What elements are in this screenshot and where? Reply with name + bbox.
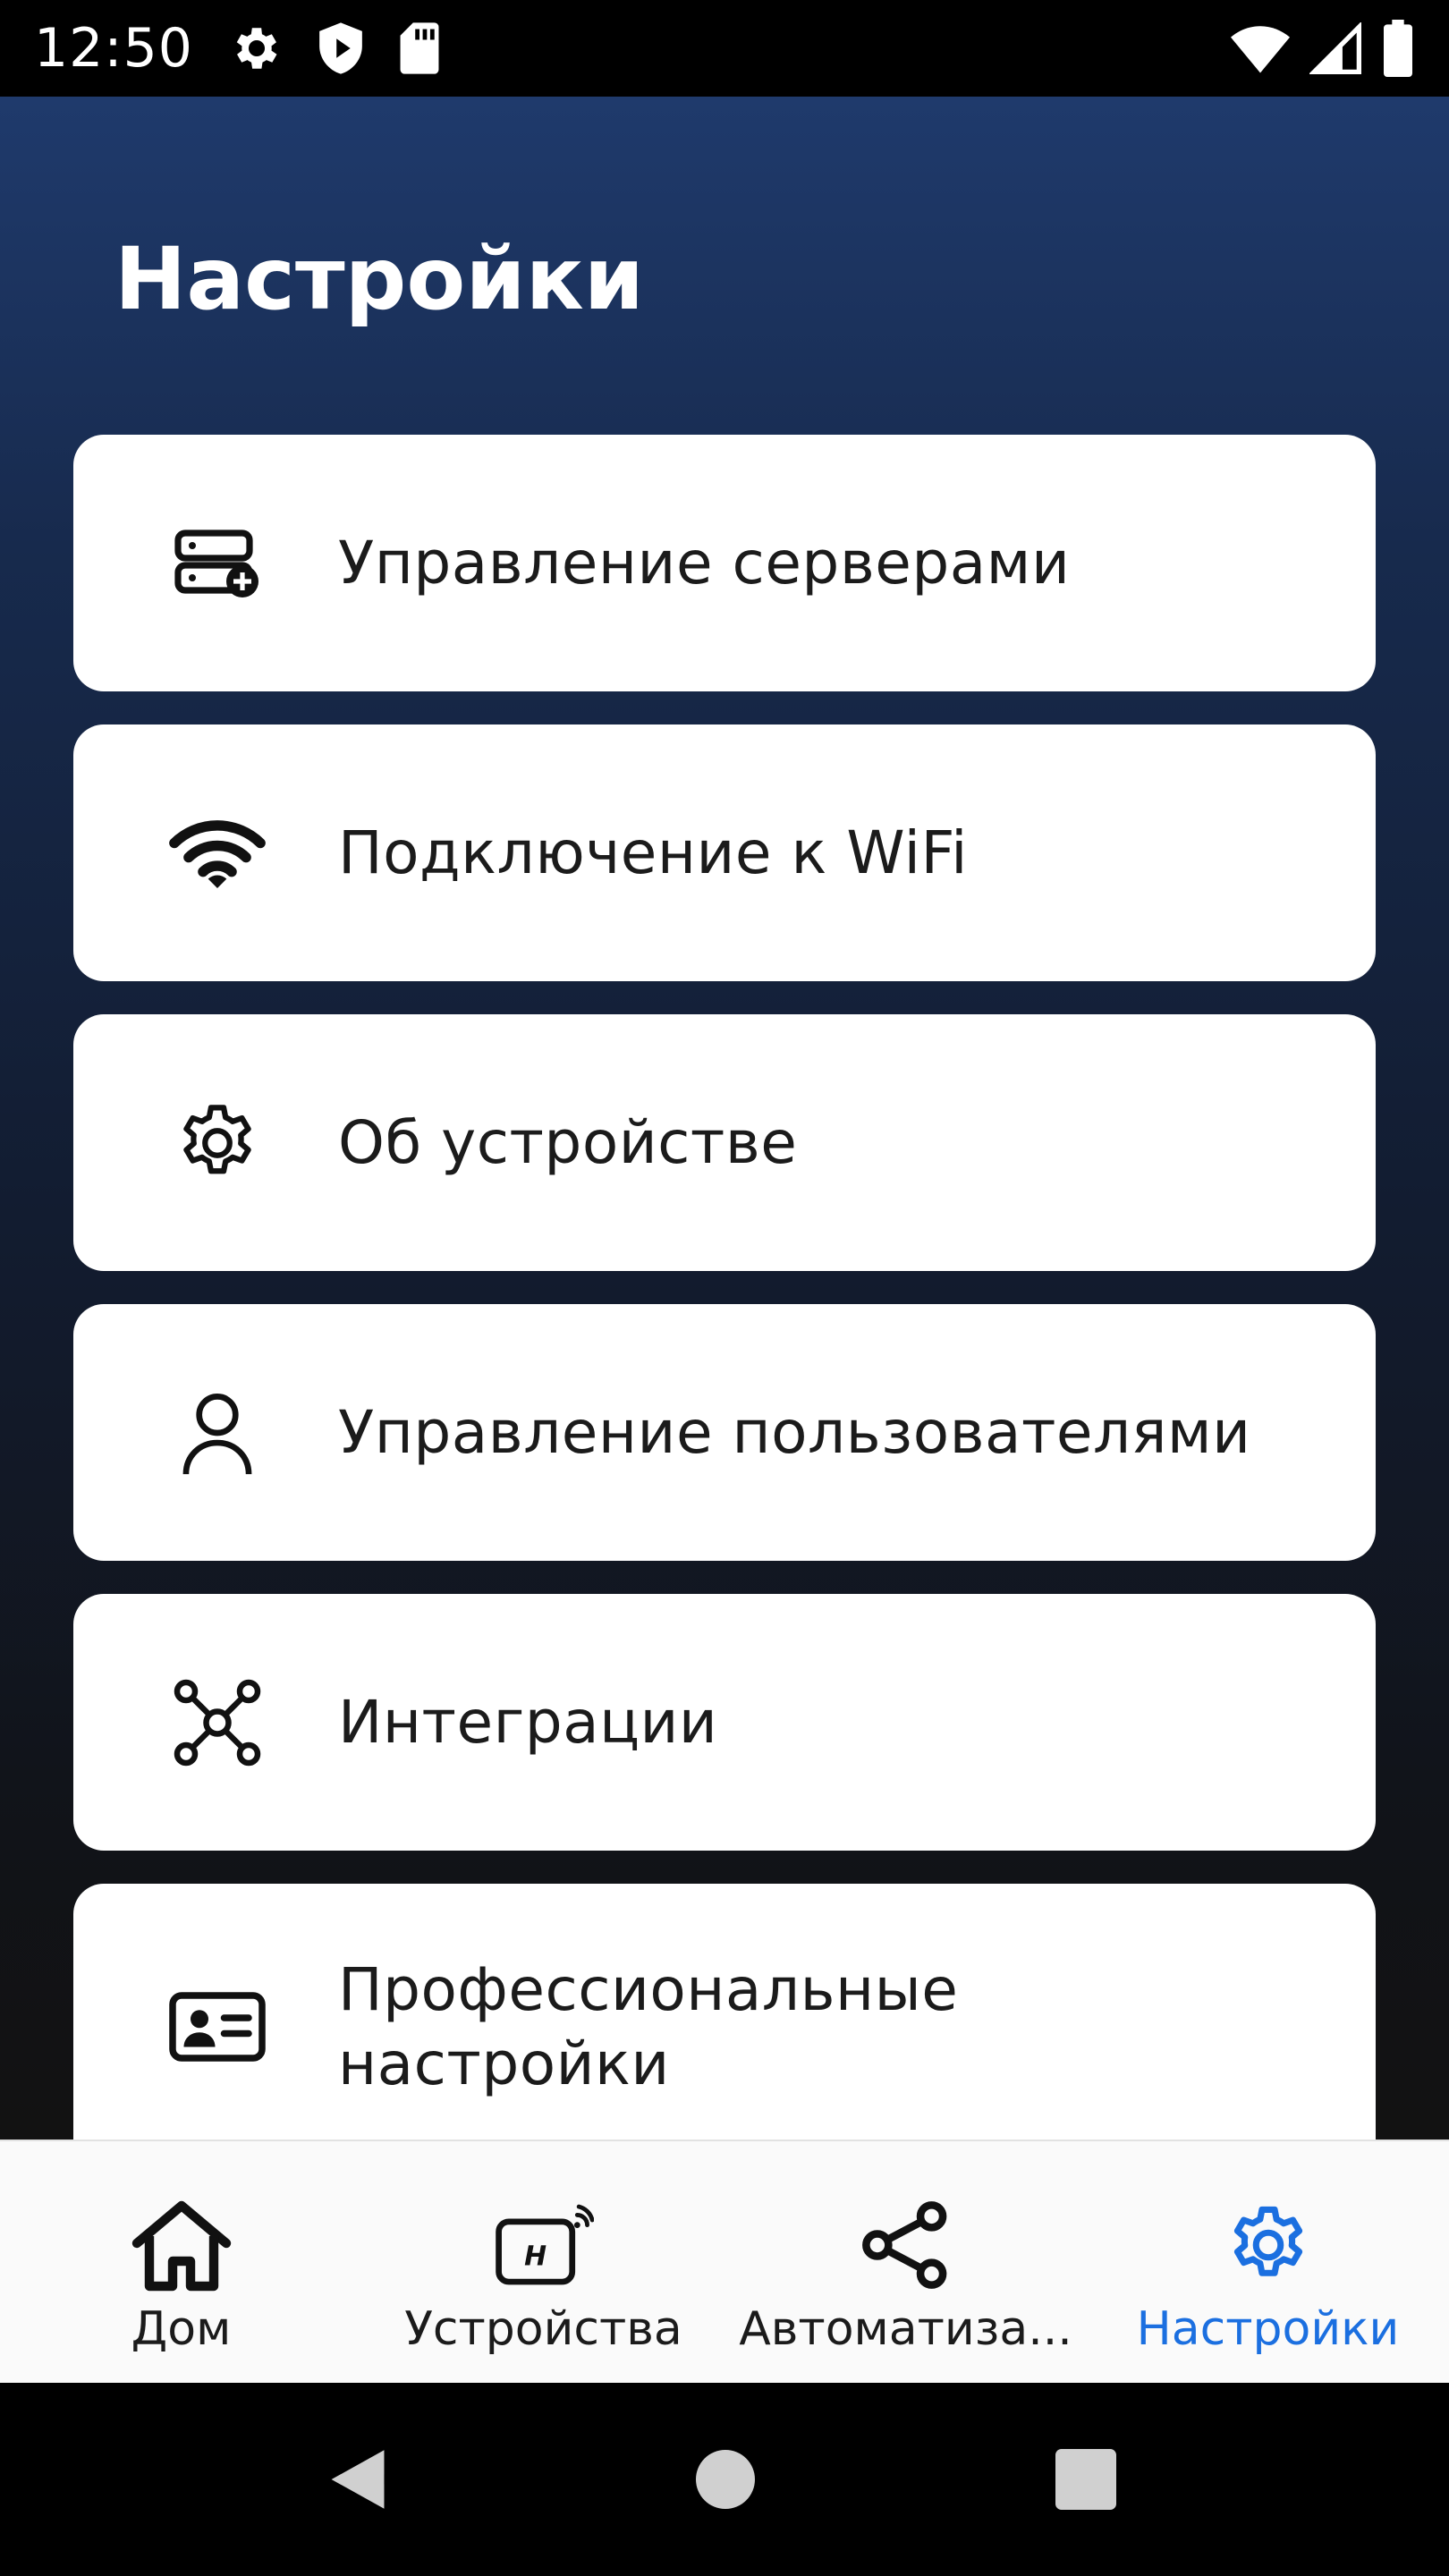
nav-label: Устройства [404, 2302, 682, 2356]
gear-icon [229, 21, 284, 76]
status-icons-right [1231, 20, 1415, 77]
menu-item-integrations[interactable]: Интеграции [73, 1594, 1376, 1851]
system-navigation-bar [0, 2383, 1449, 2576]
hub-network-icon [168, 1674, 267, 1772]
home-icon [130, 2193, 233, 2297]
menu-item-server-management[interactable]: Управление серверами [73, 435, 1376, 691]
status-time: 12:50 [34, 17, 193, 80]
nav-label: Настройки [1136, 2302, 1400, 2356]
svg-text:H: H [524, 2241, 547, 2272]
nav-tab-settings[interactable]: Настройки [1087, 2141, 1449, 2385]
status-icons-left [229, 21, 442, 76]
menu-item-professional-settings[interactable]: Профессиональные настройки [73, 1884, 1376, 2140]
nav-tab-automation[interactable]: Автоматиза... [724, 2141, 1087, 2385]
gear-icon [168, 1094, 267, 1192]
menu-item-wifi-connection[interactable]: Подключение к WiFi [73, 724, 1376, 981]
settings-menu: Управление серверами Подключение к WiFi [73, 435, 1376, 2140]
home-circle-icon[interactable] [694, 2383, 757, 2576]
gear-icon [1216, 2193, 1320, 2297]
bottom-navigation: Дом H Устройства Автоматиза... Настройки [0, 2140, 1449, 2383]
hub-device-icon: H [492, 2193, 596, 2297]
server-add-icon [168, 514, 267, 613]
cellular-signal-icon [1309, 22, 1361, 74]
user-icon [168, 1384, 267, 1482]
nav-tab-home[interactable]: Дом [0, 2141, 362, 2385]
menu-item-label: Управление серверами [338, 528, 1071, 597]
wifi-icon [168, 804, 267, 902]
nav-label: Дом [131, 2302, 232, 2356]
id-card-icon [168, 1978, 267, 2076]
menu-item-label: Интеграции [338, 1687, 718, 1757]
settings-content: Настройки Управление серверами Подключен… [0, 97, 1449, 2140]
sd-card-icon [397, 21, 442, 76]
nav-tab-devices[interactable]: H Устройства [362, 2141, 724, 2385]
wifi-icon [1231, 23, 1290, 73]
recents-square-icon[interactable] [1054, 2383, 1118, 2576]
battery-icon [1381, 20, 1415, 77]
menu-item-label: Профессиональные настройки [338, 1954, 959, 2098]
menu-item-label: Подключение к WiFi [338, 818, 968, 887]
menu-item-label: Об устройстве [338, 1107, 798, 1177]
back-icon[interactable] [322, 2383, 394, 2576]
page-title: Настройки [114, 229, 645, 329]
nav-label: Автоматиза... [739, 2302, 1072, 2356]
menu-item-label: Управление пользователями [338, 1397, 1251, 1467]
app-screen: 12:50 Настройки Управление серверами Под… [0, 0, 1449, 2576]
share-nodes-icon [854, 2193, 958, 2297]
menu-item-about-device[interactable]: Об устройстве [73, 1014, 1376, 1271]
shield-icon [315, 21, 367, 76]
menu-item-user-management[interactable]: Управление пользователями [73, 1304, 1376, 1561]
status-bar: 12:50 [0, 0, 1449, 97]
